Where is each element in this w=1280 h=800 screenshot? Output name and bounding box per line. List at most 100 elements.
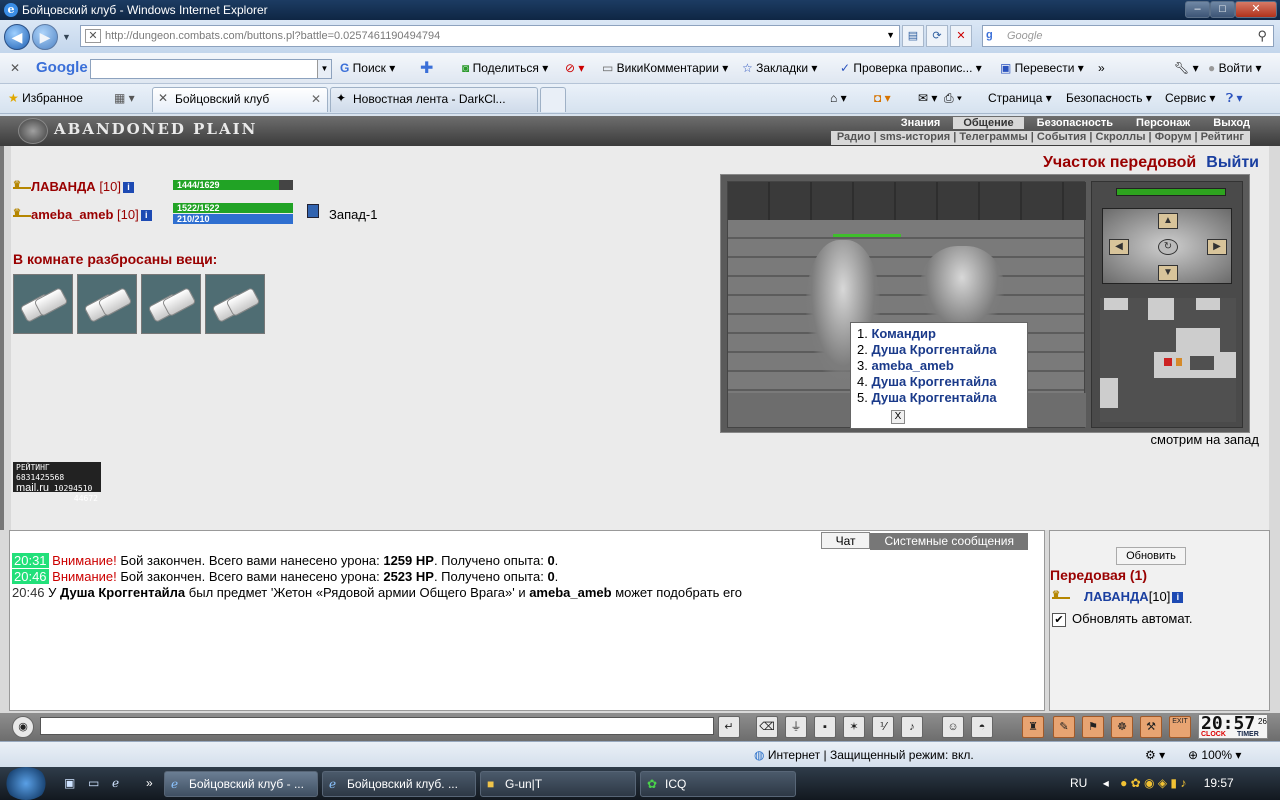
info-icon[interactable]: i [140, 210, 152, 222]
clock[interactable]: 19:57 [1204, 776, 1234, 790]
language-indicator[interactable]: RU [1070, 776, 1087, 790]
online-player[interactable]: ♛ ЛАВАНДА[10] i [1052, 589, 1184, 604]
tab-close-icon[interactable]: ✕ [311, 92, 321, 106]
menu-security[interactable]: Безопасность [1027, 117, 1123, 129]
back-button[interactable]: ◀ [4, 24, 30, 50]
menu-communication[interactable]: Общение [953, 117, 1024, 129]
search-box[interactable]: g Google ⚲ [982, 25, 1274, 47]
player-name[interactable]: ameba_ameb [31, 207, 113, 222]
task-icq[interactable]: ✿ ICQ [640, 771, 796, 797]
target-item[interactable]: 1. Командир [857, 326, 1021, 342]
dungeon-scene[interactable]: 1. Командир 2. Душа Кроггентайла 3. ameb… [727, 181, 1086, 429]
close-targets-button[interactable]: X [891, 410, 905, 424]
auto-refresh-option[interactable]: ✔ Обновлять автомат. [1052, 611, 1192, 627]
player-1[interactable]: ♛ ЛАВАНДА [10] i [13, 179, 134, 194]
exit-icon[interactable]: EXIT [1169, 716, 1191, 738]
online-player-name[interactable]: ЛАВАНДА [1084, 589, 1149, 604]
auto-refresh-checkbox[interactable]: ✔ [1052, 612, 1066, 627]
target-item[interactable]: 5. Душа Кроггентайла [857, 390, 1021, 406]
task-combats[interactable]: ℯ Бойцовский клуб - ... [164, 771, 318, 797]
chat-input[interactable] [40, 717, 714, 735]
minimize-button[interactable]: – [1185, 1, 1210, 18]
start-button[interactable] [4, 767, 48, 800]
task-combats-2[interactable]: ℯ Бойцовский клуб. ... [322, 771, 476, 797]
game-submenu[interactable]: Радио | sms-история | Телеграммы | Событ… [830, 131, 1250, 145]
save-log-icon[interactable]: ▪ [814, 716, 836, 738]
scroll-icon[interactable]: ✎ [1053, 716, 1075, 738]
arrow-left-icon[interactable]: ◀ [1109, 239, 1129, 255]
protection-icon[interactable]: ⚙ ▾ [1145, 748, 1165, 762]
chat-nick[interactable]: Душа Кроггентайла [60, 585, 185, 600]
player-name[interactable]: ЛАВАНДА [31, 179, 96, 194]
private-icon[interactable]: ⅟ [872, 716, 894, 738]
info-icon[interactable]: i [123, 182, 134, 194]
home-icon[interactable]: ⌂ ▾ [830, 91, 847, 105]
dogtag-item[interactable] [13, 274, 73, 334]
player-2[interactable]: ♛ ameba_ameb [10] i [13, 207, 152, 222]
task-folder[interactable]: ■ G-un|T [480, 771, 636, 797]
page-menu[interactable]: Страница ▾ [988, 91, 1052, 105]
target-item[interactable]: 2. Душа Кроггентайла [857, 342, 1021, 358]
security-zone[interactable]: ◍ Интернет | Защищенный режим: вкл. [754, 748, 974, 762]
window-switch-icon[interactable]: ▭ [88, 776, 99, 790]
arrow-down-icon[interactable]: ▼ [1158, 265, 1178, 281]
bookmarks-button[interactable]: ☆ Закладки ▾ [742, 61, 817, 75]
forward-button[interactable]: ▶ [32, 24, 58, 50]
service-menu[interactable]: Сервис ▾ [1165, 91, 1215, 105]
favorites-button[interactable]: ★ Избранное [8, 91, 83, 105]
tray-expand-icon[interactable]: ◂ [1103, 776, 1109, 790]
search-icon[interactable]: ⚲ [1257, 28, 1267, 44]
dogtag-item[interactable] [141, 274, 201, 334]
eraser-icon[interactable]: ⌫ [756, 716, 778, 738]
show-desktop-icon[interactable]: ▣ [64, 776, 75, 790]
zoom-control[interactable]: ⊕ 100% ▾ [1188, 748, 1241, 762]
google-search-button[interactable]: G Поиск ▾ [340, 61, 395, 75]
google-dropdown-icon[interactable]: ▼ [317, 60, 331, 78]
map-icon[interactable]: ⚑ [1082, 716, 1104, 738]
maximize-button[interactable]: □ [1210, 1, 1235, 18]
bag-icon[interactable]: ⚒ [1140, 716, 1162, 738]
quicklaunch-more[interactable]: » [146, 776, 153, 790]
help-icon[interactable]: ❓︎ ▾ [1226, 91, 1243, 106]
exit-link[interactable]: Выйти [1206, 154, 1259, 171]
new-tab-button[interactable] [540, 87, 566, 112]
chat-mode-icon[interactable]: ◉ [12, 716, 34, 738]
share-button[interactable]: ◙ Поделиться ▾ [462, 61, 548, 75]
tab-system[interactable]: Системные сообщения [870, 533, 1028, 550]
menu-exit[interactable]: Выход [1203, 117, 1260, 129]
stop-icon[interactable]: ✕ [950, 25, 972, 47]
dogtag-item[interactable] [77, 274, 137, 334]
send-icon[interactable]: ↵ [718, 716, 740, 738]
refresh-view-icon[interactable]: ↻ [1158, 239, 1178, 255]
inventory-icon[interactable]: ♜ [1022, 716, 1044, 738]
arrow-up-icon[interactable]: ▲ [1158, 213, 1178, 229]
tab-chat[interactable]: Чат [820, 532, 871, 549]
info-icon[interactable]: i [1172, 592, 1184, 604]
refresh-icon[interactable]: ⟳ [926, 25, 948, 47]
quick-tabs-icon[interactable]: ▦ ▾ [114, 91, 135, 105]
google-search-input[interactable]: ▼ [90, 59, 332, 79]
security-menu[interactable]: Безопасность ▾ [1066, 91, 1152, 105]
tab-news[interactable]: ✦ Новостная лента - DarkCl... [330, 87, 538, 112]
smiley-icon[interactable]: ☺ [942, 716, 964, 738]
mail-icon[interactable]: ✉ ▾ [918, 91, 937, 105]
translate-button[interactable]: ▣ Перевести ▾ [1000, 61, 1084, 75]
close-button[interactable]: ✕ [1235, 1, 1277, 18]
block-icon[interactable]: ⊘ ▾ [565, 61, 584, 75]
toolbar-more[interactable]: » [1098, 61, 1105, 75]
arrow-right-icon[interactable]: ▶ [1207, 239, 1227, 255]
ie-quicklaunch-icon[interactable]: ℯ [112, 776, 119, 790]
wrench-icon[interactable]: 🔧︎ ▾ [1174, 61, 1199, 75]
print-icon[interactable]: ⎙ ▾ [944, 91, 962, 106]
history-dropdown-icon[interactable]: ▼ [62, 32, 71, 42]
fight-icon[interactable]: ✶ [843, 716, 865, 738]
menu-character[interactable]: Персонаж [1126, 117, 1200, 129]
filter-icon[interactable]: ⏚ [785, 716, 807, 738]
tab-combats[interactable]: ✕ Бойцовский клуб ✕ [152, 87, 328, 112]
refresh-button[interactable]: Обновить [1116, 547, 1186, 565]
dogtag-item[interactable] [205, 274, 265, 334]
compat-view-icon[interactable]: ▤ [902, 25, 924, 47]
signin-button[interactable]: ● Войти ▾ [1208, 61, 1262, 75]
plus-icon[interactable]: ✚ [420, 58, 433, 78]
rating-counter[interactable]: РЕЙТИНГ 6831425568 mail.ru 10294510 4467… [13, 462, 101, 503]
